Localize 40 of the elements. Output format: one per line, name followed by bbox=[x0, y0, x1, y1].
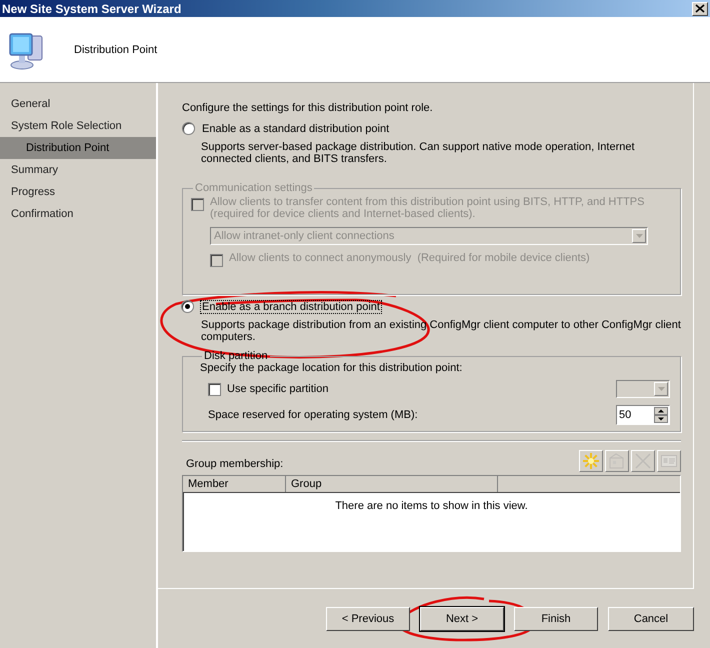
wizard-step[interactable]: Distribution Point bbox=[0, 137, 156, 159]
checkbox[interactable] bbox=[208, 382, 221, 396]
radio-button[interactable] bbox=[182, 122, 195, 135]
properties-icon bbox=[608, 452, 626, 470]
column-header[interactable]: Group bbox=[286, 476, 498, 492]
wizard-step[interactable]: Summary bbox=[0, 159, 156, 181]
card-icon bbox=[660, 452, 678, 470]
partition-dropdown[interactable] bbox=[616, 380, 670, 398]
wizard-button[interactable]: Finish bbox=[514, 607, 598, 631]
radio-button[interactable] bbox=[181, 300, 194, 313]
wizard-button[interactable]: Next > bbox=[420, 607, 504, 631]
intro-text: Configure the settings for this distribution point role. bbox=[182, 102, 434, 114]
wizard-button[interactable]: Cancel bbox=[608, 607, 694, 631]
option-label[interactable]: Enable as a standard distribution point bbox=[202, 122, 390, 134]
field-label: Space reserved for operating system (MB): bbox=[208, 409, 418, 421]
column-header[interactable]: Member bbox=[183, 476, 286, 492]
wizard-button[interactable]: < Previous bbox=[326, 607, 410, 631]
spinner-arrows-icon bbox=[654, 407, 668, 423]
delete-icon bbox=[634, 452, 652, 470]
new-button[interactable] bbox=[579, 450, 603, 472]
option-label[interactable]: Enable as a branch distribution point bbox=[201, 300, 381, 312]
caret-icon bbox=[636, 234, 642, 238]
option-description: Supports server-based package distribution. Can support native mode operation, Internet connected clients, and BITS transfers. bbox=[201, 141, 636, 165]
caret-icon bbox=[658, 387, 664, 391]
wizard-step[interactable]: System Role Selection bbox=[0, 115, 156, 137]
wizard-step[interactable]: Confirmation bbox=[0, 203, 156, 225]
checkbox-label[interactable]: Use specific partition bbox=[227, 383, 328, 395]
empty-message: There are no items to show in this view. bbox=[334, 500, 529, 512]
wizard-step[interactable]: Progress bbox=[0, 181, 156, 203]
group-membership-label: Group membership: bbox=[186, 458, 284, 470]
number-field[interactable]: 50 bbox=[616, 405, 670, 425]
wizard-step[interactable]: General bbox=[0, 93, 156, 115]
starburst-icon bbox=[582, 452, 600, 470]
option-description: Supports package distribution from an existing ConfigMgr client computer to other ConfigMgr client computers. bbox=[201, 319, 681, 343]
page-title: Distribution Point bbox=[74, 44, 158, 56]
close-icon bbox=[695, 4, 705, 13]
window-title: New Site System Server Wizard bbox=[1, 2, 182, 16]
close-button[interactable] bbox=[692, 2, 708, 16]
prompt-text: Specify the package location for this distribution point: bbox=[200, 362, 464, 374]
group-title: Communication settings bbox=[194, 182, 314, 194]
